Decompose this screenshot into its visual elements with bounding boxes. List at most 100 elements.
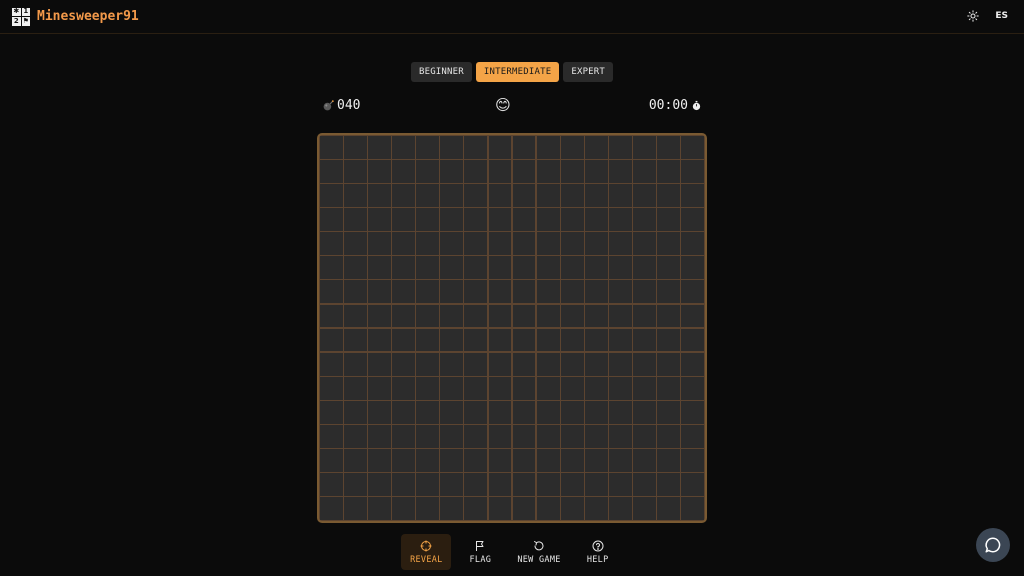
minefield-cell[interactable] xyxy=(584,304,608,328)
minefield-cell[interactable] xyxy=(681,376,704,400)
minefield-cell[interactable] xyxy=(633,473,656,496)
minefield-cell[interactable] xyxy=(488,400,512,424)
minefield-cell[interactable] xyxy=(608,328,632,352)
minefield-cell[interactable] xyxy=(416,449,440,472)
minefield-cell[interactable] xyxy=(657,352,680,376)
minefield-cell[interactable] xyxy=(681,400,704,424)
minefield-cell[interactable] xyxy=(536,160,560,183)
minefield-cell[interactable] xyxy=(344,160,367,183)
minefield-cell[interactable] xyxy=(560,424,584,448)
minefield-cell[interactable] xyxy=(608,184,632,207)
minefield-cell[interactable] xyxy=(536,497,560,520)
minefield-cell[interactable] xyxy=(608,376,632,400)
minefield-cell[interactable] xyxy=(681,136,704,159)
minefield-cell[interactable] xyxy=(512,160,536,183)
minefield-cell[interactable] xyxy=(464,400,488,424)
minefield-cell[interactable] xyxy=(560,280,584,304)
minefield-cell[interactable] xyxy=(488,497,512,520)
minefield-cell[interactable] xyxy=(344,424,367,448)
minefield-cell[interactable] xyxy=(681,280,704,304)
minefield-cell[interactable] xyxy=(344,376,367,400)
minefield-cell[interactable] xyxy=(320,400,343,424)
minefield-cell[interactable] xyxy=(416,400,440,424)
minefield-cell[interactable] xyxy=(440,136,464,159)
minefield-cell[interactable] xyxy=(392,256,416,280)
minefield-cell[interactable] xyxy=(560,328,584,352)
minefield-cell[interactable] xyxy=(440,328,464,352)
minefield-cell[interactable] xyxy=(464,352,488,376)
minefield-cell[interactable] xyxy=(392,328,416,352)
minefield-cell[interactable] xyxy=(464,232,488,256)
minefield-cell[interactable] xyxy=(488,424,512,448)
minefield-cell[interactable] xyxy=(320,449,343,472)
minefield-cell[interactable] xyxy=(608,424,632,448)
minefield-cell[interactable] xyxy=(657,328,680,352)
minefield-cell[interactable] xyxy=(416,376,440,400)
minefield-cell[interactable] xyxy=(416,136,440,159)
minefield-cell[interactable] xyxy=(488,304,512,328)
minefield-cell[interactable] xyxy=(633,208,656,232)
minefield-cell[interactable] xyxy=(536,424,560,448)
minefield-cell[interactable] xyxy=(416,160,440,183)
minefield-cell[interactable] xyxy=(536,449,560,472)
level-beginner-button[interactable]: BEGINNER xyxy=(410,62,472,82)
minefield-cell[interactable] xyxy=(536,352,560,376)
minefield-cell[interactable] xyxy=(584,256,608,280)
minefield-cell[interactable] xyxy=(512,280,536,304)
minefield-cell[interactable] xyxy=(440,473,464,496)
minefield-cell[interactable] xyxy=(512,208,536,232)
minefield-cell[interactable] xyxy=(440,208,464,232)
minefield-cell[interactable] xyxy=(368,497,391,520)
app-title[interactable]: Minesweeper91 xyxy=(37,9,139,24)
minefield-cell[interactable] xyxy=(320,160,343,183)
minefield-cell[interactable] xyxy=(584,136,608,159)
minefield-cell[interactable] xyxy=(320,304,343,328)
minefield-cell[interactable] xyxy=(416,232,440,256)
minefield-cell[interactable] xyxy=(536,184,560,207)
minefield-cell[interactable] xyxy=(657,280,680,304)
minefield-cell[interactable] xyxy=(512,497,536,520)
minefield-cell[interactable] xyxy=(608,473,632,496)
minefield-cell[interactable] xyxy=(536,280,560,304)
minefield-cell[interactable] xyxy=(464,328,488,352)
minefield-cell[interactable] xyxy=(681,449,704,472)
smiley-face-button[interactable]: 😊 xyxy=(494,96,512,114)
minefield-cell[interactable] xyxy=(416,497,440,520)
minefield-cell[interactable] xyxy=(344,208,367,232)
minefield-cell[interactable] xyxy=(440,184,464,207)
minefield-cell[interactable] xyxy=(681,232,704,256)
minefield-cell[interactable] xyxy=(320,376,343,400)
minefield-cell[interactable] xyxy=(657,304,680,328)
minefield-cell[interactable] xyxy=(608,352,632,376)
minefield-cell[interactable] xyxy=(392,304,416,328)
minefield-cell[interactable] xyxy=(488,184,512,207)
minefield-cell[interactable] xyxy=(344,184,367,207)
minefield-cell[interactable] xyxy=(584,352,608,376)
minefield-cell[interactable] xyxy=(416,208,440,232)
minefield-cell[interactable] xyxy=(560,184,584,207)
minefield-cell[interactable] xyxy=(368,256,391,280)
minefield-cell[interactable] xyxy=(584,497,608,520)
theme-toggle-button[interactable] xyxy=(965,8,981,24)
minefield-cell[interactable] xyxy=(440,449,464,472)
minefield-cell[interactable] xyxy=(657,424,680,448)
minefield-cell[interactable] xyxy=(560,497,584,520)
minefield-cell[interactable] xyxy=(488,160,512,183)
minefield-cell[interactable] xyxy=(320,328,343,352)
minefield-cell[interactable] xyxy=(681,424,704,448)
minefield-cell[interactable] xyxy=(681,208,704,232)
minefield-cell[interactable] xyxy=(464,160,488,183)
minefield-cell[interactable] xyxy=(440,256,464,280)
minefield-cell[interactable] xyxy=(320,352,343,376)
minefield-cell[interactable] xyxy=(344,400,367,424)
minefield-cell[interactable] xyxy=(464,280,488,304)
minefield-cell[interactable] xyxy=(320,424,343,448)
minefield-cell[interactable] xyxy=(464,208,488,232)
minefield-cell[interactable] xyxy=(681,328,704,352)
minefield-cell[interactable] xyxy=(681,304,704,328)
level-expert-button[interactable]: EXPERT xyxy=(563,62,614,82)
flag-button[interactable]: FLAG xyxy=(455,534,505,570)
minefield-cell[interactable] xyxy=(320,208,343,232)
minefield-cell[interactable] xyxy=(464,256,488,280)
minefield-cell[interactable] xyxy=(344,328,367,352)
